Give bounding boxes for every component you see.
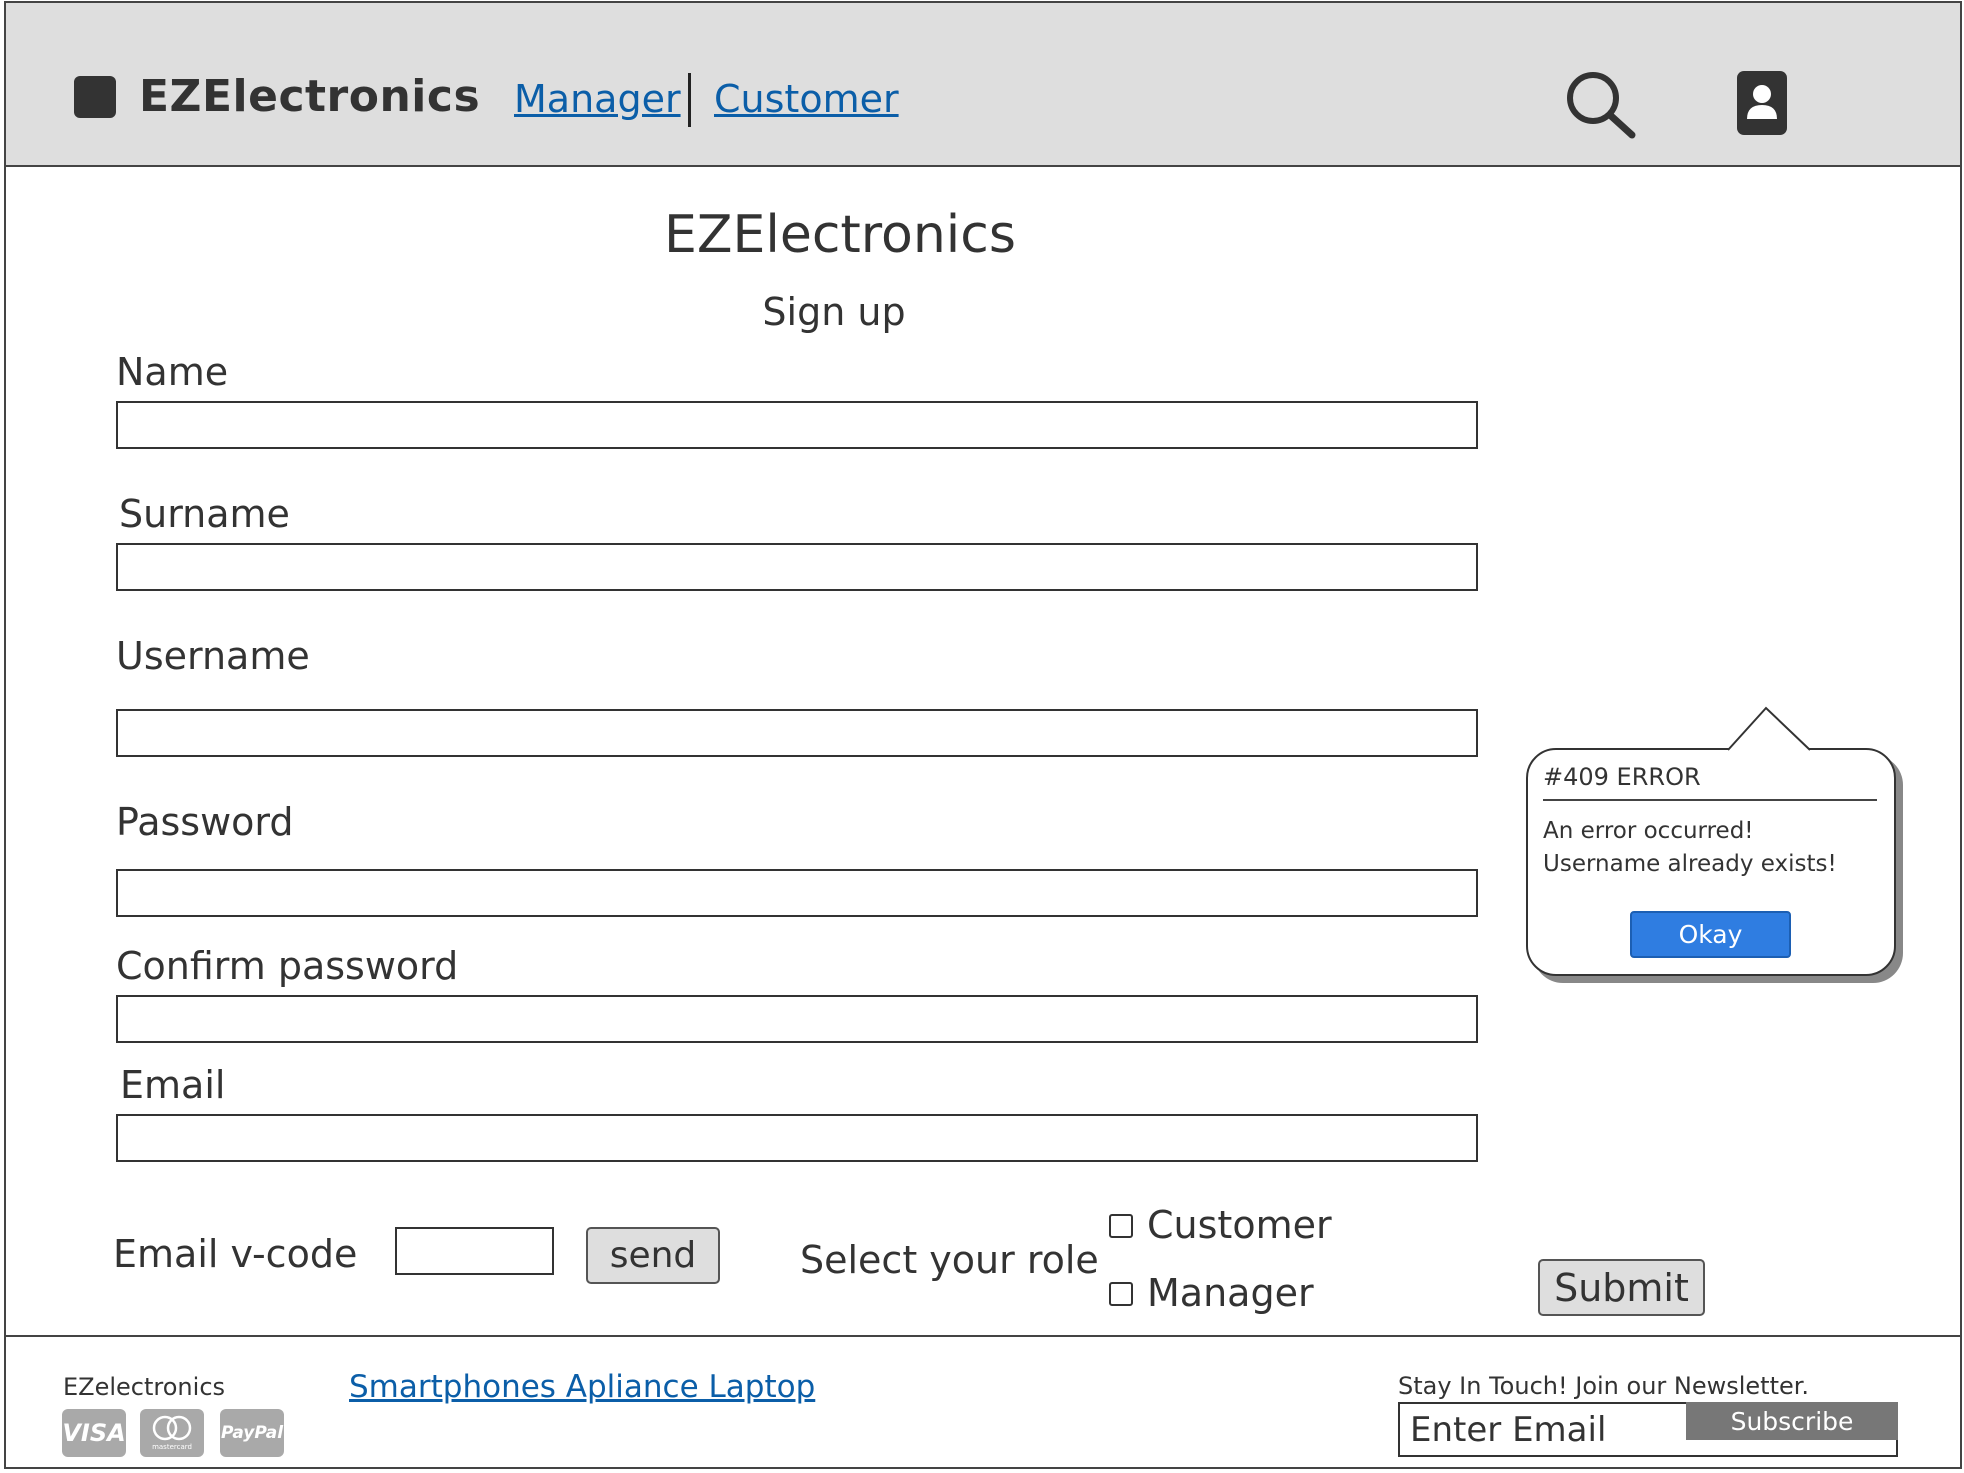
confirm-password-label: Confirm password: [116, 944, 459, 988]
newsletter-email-input[interactable]: [1400, 1404, 1682, 1455]
mastercard-label: mastercard: [152, 1443, 192, 1451]
square-logo-icon: [74, 76, 116, 118]
error-message-line-2: Username already exists!: [1543, 851, 1837, 877]
surname-input[interactable]: [116, 543, 1478, 591]
email-vcode-input[interactable]: [395, 1227, 554, 1275]
email-vcode-label: Email v-code: [113, 1232, 358, 1276]
page-title: EZElectronics: [664, 205, 1016, 265]
password-input[interactable]: [116, 869, 1478, 917]
page-subtitle: Sign up: [762, 290, 906, 334]
password-label: Password: [116, 800, 294, 844]
role-label: Select your role: [800, 1238, 1099, 1282]
username-label: Username: [116, 634, 310, 678]
visa-icon: VISA: [62, 1409, 126, 1457]
error-popup-message: An error occurred! Username already exis…: [1543, 815, 1837, 881]
okay-button[interactable]: Okay: [1630, 911, 1791, 958]
brand-name: EZElectronics: [139, 71, 481, 122]
manager-role-checkbox[interactable]: [1109, 1282, 1133, 1306]
error-popup-title: #409 ERROR: [1543, 763, 1701, 791]
nav-separator: [688, 73, 691, 127]
manager-role-label: Manager: [1147, 1271, 1314, 1315]
send-button[interactable]: send: [586, 1227, 720, 1284]
user-profile-icon[interactable]: [1735, 69, 1789, 137]
name-input[interactable]: [116, 401, 1478, 449]
nav-link-customer[interactable]: Customer: [714, 77, 899, 121]
visa-label: VISA: [62, 1419, 126, 1447]
footer-divider: [6, 1335, 1960, 1337]
confirm-password-input[interactable]: [116, 995, 1478, 1043]
top-header: EZElectronics Manager Customer: [6, 3, 1960, 167]
subscribe-button[interactable]: Subscribe: [1686, 1402, 1898, 1440]
nav-link-manager[interactable]: Manager: [514, 77, 681, 121]
surname-label: Surname: [119, 492, 290, 536]
footer-category-links[interactable]: Smartphones Apliance Laptop: [349, 1369, 815, 1405]
username-input[interactable]: [116, 709, 1478, 757]
email-label: Email: [120, 1063, 226, 1107]
footer-brand: EZelectronics: [63, 1373, 226, 1401]
error-popup-divider: [1543, 799, 1877, 801]
customer-role-label: Customer: [1147, 1203, 1332, 1247]
newsletter-label: Stay In Touch! Join our Newsletter.: [1398, 1372, 1810, 1400]
search-icon[interactable]: [1564, 69, 1638, 139]
mastercard-icon: mastercard: [140, 1409, 204, 1457]
email-input[interactable]: [116, 1114, 1478, 1162]
popup-pointer: [1727, 706, 1811, 751]
paypal-label: PayPal: [220, 1423, 284, 1443]
error-message-line-1: An error occurred!: [1543, 818, 1754, 844]
paypal-icon: PayPal: [220, 1409, 284, 1457]
submit-button[interactable]: Submit: [1538, 1259, 1705, 1316]
name-label: Name: [116, 350, 229, 394]
customer-role-checkbox[interactable]: [1109, 1214, 1133, 1238]
mastercard-circles-icon: [152, 1415, 192, 1441]
